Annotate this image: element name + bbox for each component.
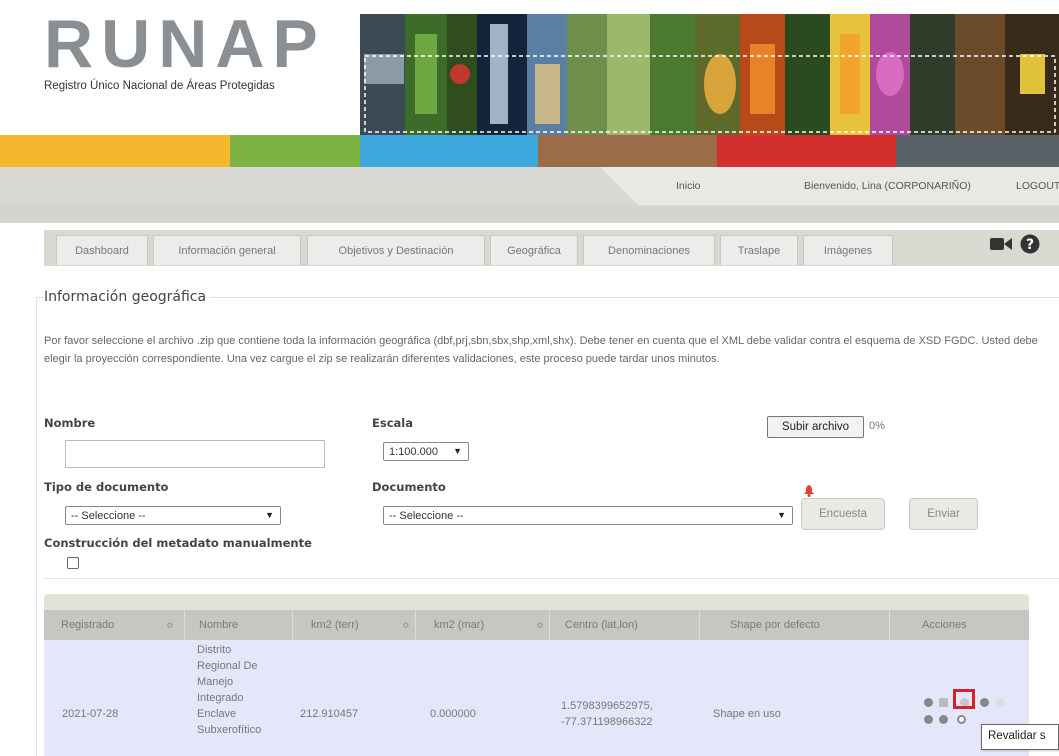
column-label: Centro (lat,lon) bbox=[565, 619, 638, 631]
column-label: Registrado bbox=[61, 619, 115, 631]
cell-registrado: 2021-07-28 bbox=[62, 708, 119, 720]
tab-traslape[interactable]: Traslape bbox=[720, 235, 798, 265]
tab-dashboard[interactable]: Dashboard bbox=[56, 235, 148, 265]
color-segment bbox=[717, 135, 896, 167]
section-description: Por favor seleccione el archivo .zip que… bbox=[44, 335, 1038, 365]
map-icon[interactable] bbox=[939, 698, 948, 707]
column-header-km2-terr[interactable]: km2 (terr) ≎ bbox=[293, 610, 416, 640]
cell-nombre-line: Integrado bbox=[197, 692, 244, 704]
column-label: Shape por defecto bbox=[730, 619, 820, 631]
revalidate-tooltip: Revalidar s bbox=[981, 724, 1059, 750]
color-segment bbox=[896, 135, 1059, 167]
logo-subtitle: Registro Único Nacional de Áreas Protegi… bbox=[44, 80, 275, 92]
cell-km2-mar: 0.000000 bbox=[430, 708, 476, 720]
tab-imagenes[interactable]: Imágenes bbox=[803, 235, 893, 265]
nav-link-inicio[interactable]: Inicio bbox=[676, 180, 701, 192]
table-row[interactable] bbox=[44, 640, 1029, 756]
column-header-centro[interactable]: Centro (lat,lon) bbox=[550, 610, 700, 640]
tab-informacion-general[interactable]: Información general bbox=[153, 235, 301, 265]
cell-nombre-line: Subxerofítico bbox=[197, 724, 262, 736]
cell-nombre-line: Regional De bbox=[197, 660, 258, 672]
documento-label: Documento bbox=[372, 480, 446, 494]
enviar-button[interactable]: Enviar bbox=[909, 498, 978, 530]
tab-denominaciones[interactable]: Denominaciones bbox=[583, 235, 715, 265]
header: RUNAP Registro Único Nacional de Áreas P… bbox=[0, 0, 1059, 135]
subir-archivo-button[interactable]: Subir archivo bbox=[767, 416, 864, 438]
tipo-documento-label: Tipo de documento bbox=[44, 480, 169, 494]
refresh-icon[interactable] bbox=[996, 698, 1005, 707]
tab-objetivos-destinacion[interactable]: Objetivos y Destinación bbox=[307, 235, 485, 265]
top-nav: Inicio Bienvenido, Lina (CORPONARIÑO) LO… bbox=[0, 167, 1059, 223]
cell-centro: 1.5798399652975, -77.3711989663​22 bbox=[561, 698, 653, 730]
chevron-down-icon: ▼ bbox=[265, 510, 274, 520]
cell-nombre-line: Enclave bbox=[197, 708, 237, 720]
chevron-down-icon: ▼ bbox=[777, 510, 786, 520]
cell-centro-lon: -77.3711989663​22 bbox=[561, 716, 653, 728]
tab-geografica[interactable]: Geográfica bbox=[490, 235, 578, 265]
chevron-down-icon: ▼ bbox=[453, 446, 462, 456]
tipo-documento-value: -- Seleccione -- bbox=[71, 509, 146, 522]
header-banner-image bbox=[360, 14, 1059, 135]
color-bar bbox=[0, 135, 1059, 167]
documento-value: -- Seleccione -- bbox=[389, 509, 464, 522]
manual-metadata-label: Construcción del metadato manualmente bbox=[44, 536, 312, 550]
download-icon[interactable] bbox=[924, 715, 933, 724]
info-icon[interactable] bbox=[939, 715, 948, 724]
video-camera-icon[interactable] bbox=[990, 236, 1012, 256]
color-segment bbox=[230, 135, 360, 167]
tipo-documento-select[interactable]: -- Seleccione -- ▼ bbox=[65, 506, 281, 525]
escala-value: 1:100.000 bbox=[389, 445, 438, 458]
help-icon[interactable]: ? bbox=[1020, 234, 1040, 258]
cell-nombre: Distrito Regional De Manejo Integrado En… bbox=[197, 642, 261, 738]
tabs-area: Dashboard Información general Objetivos … bbox=[0, 223, 1059, 273]
cell-centro-lat: 1.5798399652975, bbox=[561, 700, 653, 712]
table-header: Registrado ≎ Nombre km2 (terr) ≎ km2 (ma… bbox=[44, 610, 1029, 640]
cell-shape: Shape en uso bbox=[713, 708, 781, 720]
column-header-km2-mar[interactable]: km2 (mar) ≎ bbox=[416, 610, 550, 640]
nav-welcome-text: Bienvenido, Lina (CORPONARIÑO) bbox=[804, 180, 971, 192]
column-label: Nombre bbox=[199, 619, 239, 631]
nombre-label: Nombre bbox=[44, 416, 96, 430]
svg-text:?: ? bbox=[1026, 237, 1034, 253]
cell-km2-terr: 212.910457 bbox=[300, 708, 359, 720]
sort-icon[interactable]: ≎ bbox=[166, 620, 174, 631]
column-label: km2 (terr) bbox=[311, 619, 359, 631]
escala-select[interactable]: 1:100.000 ▼ bbox=[383, 442, 469, 461]
sort-icon[interactable]: ≎ bbox=[402, 620, 410, 631]
sort-icon[interactable]: ≎ bbox=[536, 620, 544, 631]
manual-metadata-checkbox[interactable] bbox=[67, 557, 79, 569]
upload-progress: 0% bbox=[869, 420, 885, 432]
escala-label: Escala bbox=[372, 416, 413, 430]
nombre-input[interactable] bbox=[65, 440, 325, 468]
column-label: km2 (mar) bbox=[434, 619, 485, 631]
color-segment bbox=[360, 135, 538, 167]
column-header-nombre[interactable]: Nombre bbox=[185, 610, 293, 640]
tab-icons: ? bbox=[990, 234, 1040, 258]
runap-logo[interactable]: RUNAP bbox=[44, 8, 326, 80]
view-icon[interactable] bbox=[924, 698, 933, 707]
table-toolbar bbox=[44, 594, 1029, 610]
documento-select[interactable]: -- Seleccione -- ▼ bbox=[383, 506, 793, 525]
column-header-shape[interactable]: Shape por defecto bbox=[700, 610, 890, 640]
column-header-registrado[interactable]: Registrado ≎ bbox=[44, 610, 185, 640]
edit-icon[interactable] bbox=[980, 698, 989, 707]
section-title: Información geográfica bbox=[44, 289, 211, 305]
cell-nombre-line: Manejo bbox=[197, 676, 234, 688]
divider bbox=[44, 578, 1059, 579]
encuesta-button[interactable]: Encuesta bbox=[801, 498, 885, 530]
color-segment bbox=[0, 135, 230, 167]
color-segment bbox=[538, 135, 717, 167]
column-label: Acciones bbox=[922, 619, 967, 631]
revalidate-highlight bbox=[953, 689, 975, 709]
nav-link-logout[interactable]: LOGOUT bbox=[1016, 180, 1059, 192]
delete-icon[interactable] bbox=[957, 715, 966, 724]
cell-nombre-line: Distrito bbox=[197, 644, 232, 656]
nav-bottom-band bbox=[0, 205, 1059, 223]
column-header-acciones: Acciones bbox=[890, 610, 1029, 640]
